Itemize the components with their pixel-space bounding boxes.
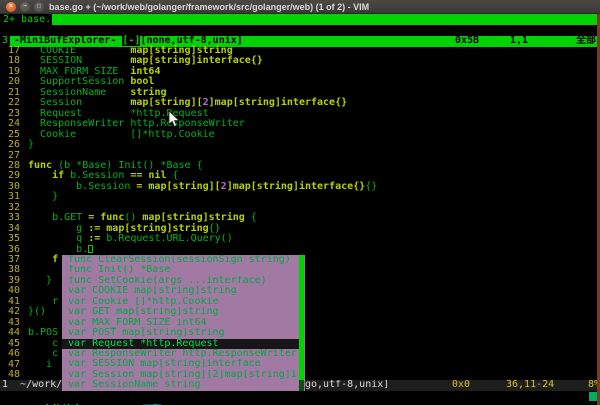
window-title: base.go + (~/work/web/golanger/framework… (49, 1, 369, 14)
code-token: = map[string][ (136, 181, 220, 192)
mouse-cursor-icon (168, 111, 180, 128)
code-token: ]map[string]interface{} (209, 97, 347, 108)
code-token (28, 170, 52, 181)
code-token: Session (28, 97, 130, 108)
popup-scrollbar-track[interactable] (299, 380, 304, 391)
line-number: 46 (0, 349, 20, 359)
code-token: http.ResponseWriter (130, 118, 244, 129)
code-token: b.POS (28, 327, 58, 338)
command-message-line: -- 全能补全 (^O^N^P) 匹配 9 / 14 (0, 391, 600, 405)
mbe-ruler-hex: 0x5B (455, 36, 479, 47)
mbe-ruler-position: 1,1 (510, 36, 528, 47)
code-token: map[string]string (142, 212, 244, 223)
completion-item[interactable]: var ResponseWriter http.ResponseWriter (62, 349, 298, 359)
completion-item[interactable]: var SESSION map[string]interface (62, 359, 298, 369)
code-token: } (28, 275, 52, 286)
code-token: SupportSession (28, 76, 130, 87)
code-token: () (124, 212, 142, 223)
completion-items: func ClearSession(sessionSign string) fu… (62, 255, 305, 391)
code-token: == nil (130, 170, 172, 181)
code-token: r (28, 296, 58, 307)
code-token: := map[string]string (88, 223, 208, 234)
code-token: g (28, 223, 88, 234)
completion-item[interactable]: var Cookie []*http.Cookie (62, 297, 298, 307)
code-token: bool (130, 76, 154, 87)
completion-item[interactable]: func ClearSession(sessionSign string) (62, 255, 298, 265)
completion-popup: func ClearSession(sessionSign string) fu… (62, 255, 305, 391)
title-bar[interactable]: × − □ base.go + (~/work/web/golanger/fra… (0, 0, 600, 14)
code-token: c (28, 338, 58, 349)
statusline-char-hex: 0x0 (452, 380, 470, 391)
tabline-fill (52, 14, 597, 25)
code-line[interactable]: 36 b. (0, 245, 597, 255)
code-token: {} (365, 181, 377, 192)
close-icon[interactable]: × (6, 2, 16, 12)
completion-item-selected[interactable]: var Request *http.Request (62, 339, 299, 349)
completion-item[interactable]: var POST map[string]string (62, 328, 298, 338)
mbe-ruler-scroll: 全部 (576, 36, 596, 47)
code-token: c (28, 348, 58, 359)
code-text: } (28, 140, 34, 150)
code-token: Request (28, 108, 130, 119)
statusline-file-right: go,utf-8,unix] (305, 380, 389, 391)
code-token: } (28, 191, 58, 202)
code-text: b.Session = map[string][2]map[string]int… (28, 182, 377, 192)
code-text: }() (28, 307, 46, 317)
code-line[interactable]: 26} (0, 140, 597, 150)
code-token: map[string]interface{} (130, 55, 262, 66)
code-token: } (28, 139, 34, 150)
line-number: 35 (0, 234, 20, 244)
completion-item[interactable]: var SessionName string (62, 380, 298, 390)
vim-window: × − □ base.go + (~/work/web/golanger/fra… (0, 0, 600, 405)
code-token: b.Request.URL.Query() (106, 233, 232, 244)
completion-item[interactable]: var Session map[string][2]map[string]int… (62, 370, 298, 380)
code-token: if (52, 170, 70, 181)
code-token (28, 254, 52, 265)
completion-item[interactable]: var GET map[string]string (62, 307, 298, 317)
text-cursor (88, 245, 93, 253)
code-line[interactable]: 31 } (0, 192, 597, 202)
code-text: f (28, 255, 58, 265)
code-token: b.Session (70, 170, 130, 181)
code-token: map[string][ (130, 97, 202, 108)
code-token: b. (28, 244, 88, 255)
code-token: MAX_FORM_SIZE (28, 66, 130, 77)
code-token: { (245, 212, 257, 223)
code-text: i (28, 360, 52, 370)
completion-item[interactable]: func SetCookie(args ...interface) (62, 276, 298, 286)
code-text: } (28, 276, 52, 286)
ime-indicator (589, 392, 597, 401)
code-token: q (28, 233, 88, 244)
code-token: b.GET (28, 212, 88, 223)
code-line[interactable]: 35 q := b.Request.URL.Query() (0, 234, 597, 244)
minimize-icon[interactable]: − (20, 2, 30, 12)
line-number: 48 (0, 370, 20, 380)
code-token: Cookie (28, 129, 130, 140)
completion-item[interactable]: var MAX_FORM_SIZE int64 (62, 318, 298, 328)
code-token: b.Session (28, 181, 136, 192)
code-text: } (28, 192, 58, 202)
completion-item[interactable]: func Init() *Base (62, 265, 298, 275)
code-line[interactable]: 30 b.Session = map[string][2]map[string]… (0, 182, 597, 192)
code-token: = func (88, 212, 124, 223)
code-token: i (28, 359, 52, 370)
popup-scrollbar-thumb[interactable] (299, 255, 304, 380)
code-token: }() (28, 306, 46, 317)
code-text: Cookie []*http.Cookie (28, 130, 215, 140)
tabline: 2+ base.go (0, 14, 600, 25)
code-token: { (173, 170, 179, 181)
code-token: ]map[string]interface{} (227, 181, 365, 192)
code-token: int64 (130, 66, 160, 77)
line-number: 26 (0, 140, 20, 150)
code-token: f (52, 254, 58, 265)
code-line[interactable]: 25 Cookie []*http.Cookie (0, 130, 597, 140)
code-token: ResponseWriter (28, 118, 130, 129)
code-token: []*http.Cookie (130, 129, 214, 140)
completion-item[interactable]: var COOKIE map[string]string (62, 286, 298, 296)
statusline-cursor-position: 36,11-24 (506, 380, 554, 391)
maximize-icon[interactable]: □ (34, 2, 44, 12)
code-token: {} (209, 223, 221, 234)
code-token: SESSION (28, 55, 130, 66)
code-token: := (88, 233, 106, 244)
